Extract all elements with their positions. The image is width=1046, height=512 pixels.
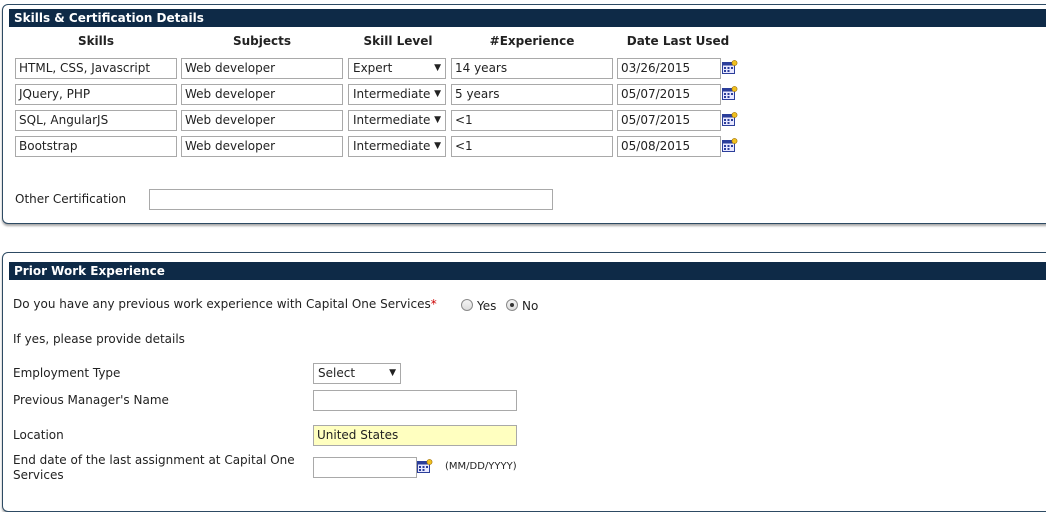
experience-input[interactable]: 14 years xyxy=(451,58,613,79)
date-last-used-input[interactable]: 03/26/2015 xyxy=(617,58,721,79)
chevron-down-icon: ▼ xyxy=(434,115,441,125)
end-date-input[interactable] xyxy=(313,457,417,478)
details-prompt: If yes, please provide details xyxy=(13,332,185,346)
column-header-skill-level: Skill Level xyxy=(363,34,433,48)
date-last-used-input[interactable]: 05/07/2015 xyxy=(617,84,721,105)
calendar-icon[interactable] xyxy=(722,60,738,74)
column-header-experience: #Experience xyxy=(489,34,575,48)
manager-name-input[interactable] xyxy=(313,390,517,411)
radio-yes[interactable] xyxy=(461,299,473,311)
skill-level-value: Intermediate xyxy=(353,139,431,153)
subject-input[interactable]: Web developer xyxy=(181,110,343,131)
previous-experience-question: Do you have any previous work experience… xyxy=(13,297,437,311)
calendar-icon[interactable] xyxy=(417,459,433,473)
skill-level-value: Intermediate xyxy=(353,87,431,101)
radio-no[interactable] xyxy=(506,299,518,311)
column-header-subjects: Subjects xyxy=(232,34,292,48)
experience-input[interactable]: 5 years xyxy=(451,84,613,105)
experience-input[interactable]: <1 xyxy=(451,136,613,157)
date-format-hint: (MM/DD/YYYY) xyxy=(445,461,517,472)
date-last-used-input[interactable]: 05/08/2015 xyxy=(617,136,721,157)
skill-input[interactable]: Bootstrap xyxy=(15,136,177,157)
employment-type-value: Select xyxy=(318,366,356,380)
experience-input[interactable]: <1 xyxy=(451,110,613,131)
end-date-label: End date of the last assignment at Capit… xyxy=(13,453,295,482)
other-certification-label: Other Certification xyxy=(15,192,127,206)
required-marker: * xyxy=(430,297,437,311)
calendar-icon[interactable] xyxy=(722,112,738,126)
column-header-date-last-used: Date Last Used xyxy=(626,34,730,48)
chevron-down-icon: ▼ xyxy=(434,89,441,99)
other-certification-input[interactable] xyxy=(149,189,553,210)
calendar-icon[interactable] xyxy=(722,138,738,152)
skills-section-title: Skills & Certification Details xyxy=(9,9,1046,27)
work-section-title: Prior Work Experience xyxy=(9,262,1046,280)
skill-input[interactable]: HTML, CSS, Javascript xyxy=(15,58,177,79)
manager-name-label: Previous Manager's Name xyxy=(13,393,169,407)
location-label: Location xyxy=(13,428,64,442)
skill-level-select[interactable]: Intermediate ▼ xyxy=(348,136,446,157)
chevron-down-icon: ▼ xyxy=(389,368,396,378)
subject-input[interactable]: Web developer xyxy=(181,58,343,79)
radio-yes-label: Yes xyxy=(477,299,497,313)
calendar-icon[interactable] xyxy=(722,86,738,100)
employment-type-label: Employment Type xyxy=(13,366,121,380)
skill-level-select[interactable]: Expert ▼ xyxy=(348,58,446,79)
skill-input[interactable]: SQL, AngularJS xyxy=(15,110,177,131)
skill-level-value: Intermediate xyxy=(353,113,431,127)
date-last-used-input[interactable]: 05/07/2015 xyxy=(617,110,721,131)
skill-input[interactable]: JQuery, PHP xyxy=(15,84,177,105)
skill-level-value: Expert xyxy=(353,61,393,75)
subject-input[interactable]: Web developer xyxy=(181,84,343,105)
subject-input[interactable]: Web developer xyxy=(181,136,343,157)
radio-no-label: No xyxy=(522,299,539,313)
employment-type-select[interactable]: Select ▼ xyxy=(313,363,401,384)
skill-level-select[interactable]: Intermediate ▼ xyxy=(348,84,446,105)
column-header-skills: Skills xyxy=(77,34,115,48)
question-text: Do you have any previous work experience… xyxy=(13,297,431,311)
chevron-down-icon: ▼ xyxy=(434,141,441,151)
location-input[interactable]: United States xyxy=(313,425,517,446)
skill-level-select[interactable]: Intermediate ▼ xyxy=(348,110,446,131)
chevron-down-icon: ▼ xyxy=(434,63,441,73)
